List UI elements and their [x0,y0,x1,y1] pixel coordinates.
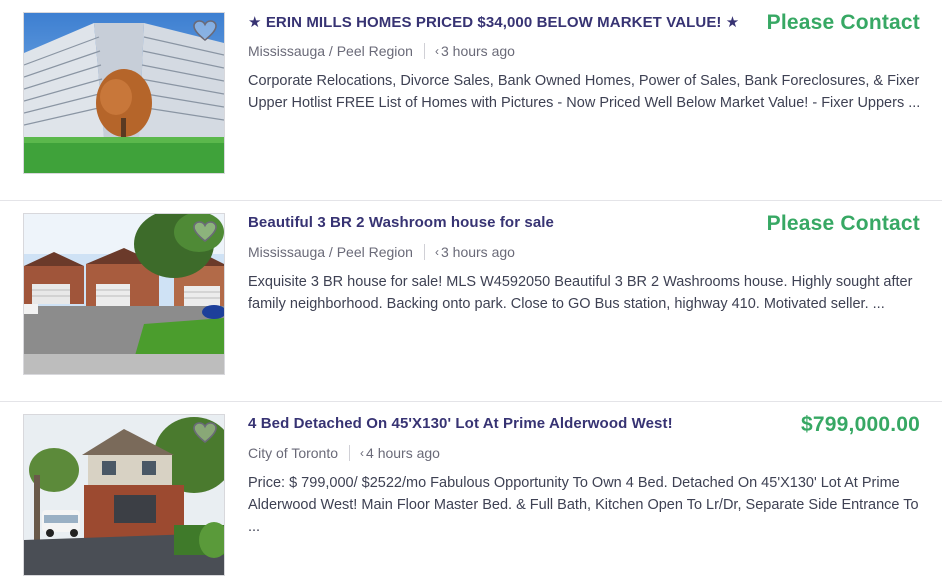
heart-outline-icon[interactable] [192,220,218,244]
chevron-left-icon: ‹ [360,446,365,460]
heart-outline-icon[interactable] [192,19,218,43]
listing-location[interactable]: City of Toronto [248,445,338,461]
meta-divider [423,244,425,260]
listing-thumbnail[interactable] [23,12,225,174]
listing-thumbnail[interactable] [23,414,225,576]
listing-posted-time: 3 hours ago [440,43,515,59]
chevron-left-icon: ‹ [434,44,439,58]
listing-title[interactable]: 4 Bed Detached On 45'X130' Lot At Prime … [248,415,673,432]
listing-location[interactable]: Mississauga / Peel Region [248,43,413,59]
listing-description: Exquisite 3 BR house for sale! MLS W4592… [248,274,913,312]
listing-description: Price: $ 799,000/ $2522/mo Fabulous Oppo… [248,475,919,535]
listing-results: ★ ERIN MILLS HOMES PRICED $34,000 BELOW … [0,0,942,586]
listing-card[interactable]: Beautiful 3 BR 2 Washroom house for sale… [0,201,942,402]
listing-card[interactable]: ★ ERIN MILLS HOMES PRICED $34,000 BELOW … [0,0,942,201]
chevron-left-icon: ‹ [434,245,439,259]
meta-divider [349,445,351,461]
listing-price: $799,000.00 [801,413,920,436]
listing-title[interactable]: Beautiful 3 BR 2 Washroom house for sale [248,214,554,231]
listing-location[interactable]: Mississauga / Peel Region [248,244,413,260]
listing-meta: Mississauga / Peel Region ‹ 3 hours ago [248,43,515,59]
listing-price: Please Contact [766,212,920,235]
listing-posted-time: 4 hours ago [366,445,440,461]
meta-divider [423,43,425,59]
listing-meta: Mississauga / Peel Region ‹ 3 hours ago [248,244,515,260]
listing-title[interactable]: ★ ERIN MILLS HOMES PRICED $34,000 BELOW … [248,13,739,31]
listing-meta: City of Toronto ‹ 4 hours ago [248,445,440,461]
listing-price: Please Contact [766,11,920,34]
listing-card[interactable]: 4 Bed Detached On 45'X130' Lot At Prime … [0,402,942,586]
listing-posted-time: 3 hours ago [440,244,515,260]
heart-outline-icon[interactable] [192,421,218,445]
listing-description: Corporate Relocations, Divorce Sales, Ba… [248,73,921,111]
listing-thumbnail[interactable] [23,213,225,375]
